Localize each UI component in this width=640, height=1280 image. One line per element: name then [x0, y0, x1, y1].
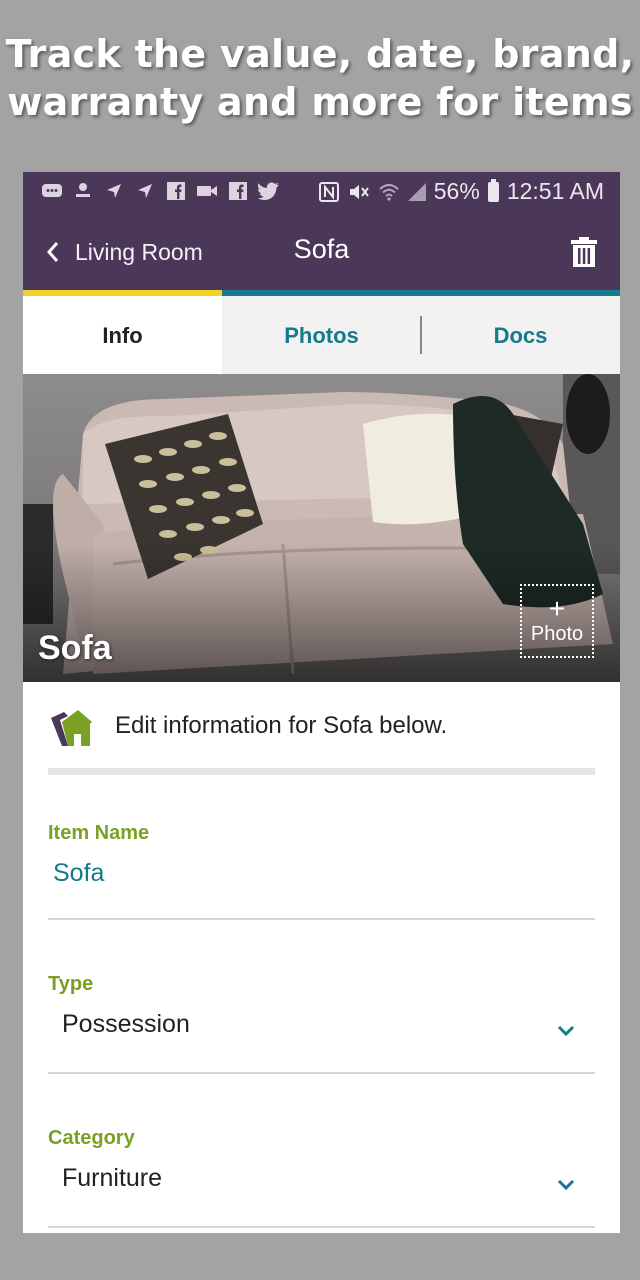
twitter-icon [258, 180, 280, 202]
tab-bar: Info Photos Docs [23, 290, 620, 374]
tab-docs[interactable]: Docs [421, 290, 620, 374]
category-select[interactable]: Furniture [62, 1164, 595, 1193]
video-camera-icon [196, 180, 218, 202]
home-app-icon [51, 710, 92, 746]
chevron-left-icon [46, 242, 59, 262]
item-photo: Sofa + Photo [23, 374, 620, 682]
item-name-field[interactable]: Item Name Sofa [48, 822, 595, 920]
wifi-icon [378, 181, 400, 203]
chevron-down-icon[interactable] [557, 1025, 575, 1037]
field-underline [48, 918, 595, 920]
chevron-down-icon[interactable] [557, 1179, 575, 1191]
notification-icons [41, 180, 280, 202]
headline-line-2: warranty and more for items [7, 80, 633, 124]
location-arrow-icon-2 [134, 180, 156, 202]
back-button[interactable]: Living Room [45, 232, 203, 272]
signal-icon [407, 182, 426, 201]
headline-line-1: Track the value, date, brand, [5, 32, 635, 76]
promo-headline: Track the value, date, brand, warranty a… [0, 30, 640, 126]
clock: 12:51 AM [506, 178, 604, 204]
field-underline [48, 1072, 595, 1074]
tab-photos[interactable]: Photos [222, 290, 421, 374]
item-name-input[interactable]: Sofa [53, 859, 595, 888]
edit-notice: Edit information for Sofa below. [48, 700, 595, 776]
type-label: Type [48, 973, 94, 995]
field-underline [48, 1226, 595, 1228]
item-name-label: Item Name [48, 822, 150, 844]
notice-text: Edit information for Sofa below. [115, 712, 448, 739]
category-field[interactable]: Category Furniture [48, 1127, 595, 1231]
system-status: 56% 12:51 AM [318, 178, 604, 205]
location-arrow-icon [103, 180, 125, 202]
trash-icon[interactable] [570, 236, 598, 268]
status-bar: 56% 12:51 AM [23, 172, 620, 212]
battery-icon [487, 178, 499, 202]
type-field[interactable]: Type Possession [48, 973, 595, 1075]
app-bar: Living Room Sofa [23, 212, 620, 290]
tab-info[interactable]: Info [23, 290, 222, 374]
category-label: Category [48, 1127, 135, 1149]
facebook-icon-2 [227, 180, 249, 202]
add-photo-button[interactable]: + Photo [520, 584, 594, 658]
back-label: Living Room [75, 238, 203, 265]
divider [48, 768, 595, 775]
nfc-icon [318, 181, 340, 203]
plus-icon: + [548, 593, 566, 624]
type-select[interactable]: Possession [62, 1010, 595, 1039]
battery-percent: 56% [433, 178, 480, 204]
message-icon [41, 180, 63, 202]
directv-icon [72, 180, 94, 202]
phone-screen: 56% 12:51 AM Living Room Sofa Info Photo… [23, 172, 620, 1233]
facebook-icon [165, 180, 187, 202]
mute-icon [348, 181, 370, 203]
add-photo-label: Photo [530, 623, 584, 645]
hero-item-title: Sofa [38, 629, 112, 667]
